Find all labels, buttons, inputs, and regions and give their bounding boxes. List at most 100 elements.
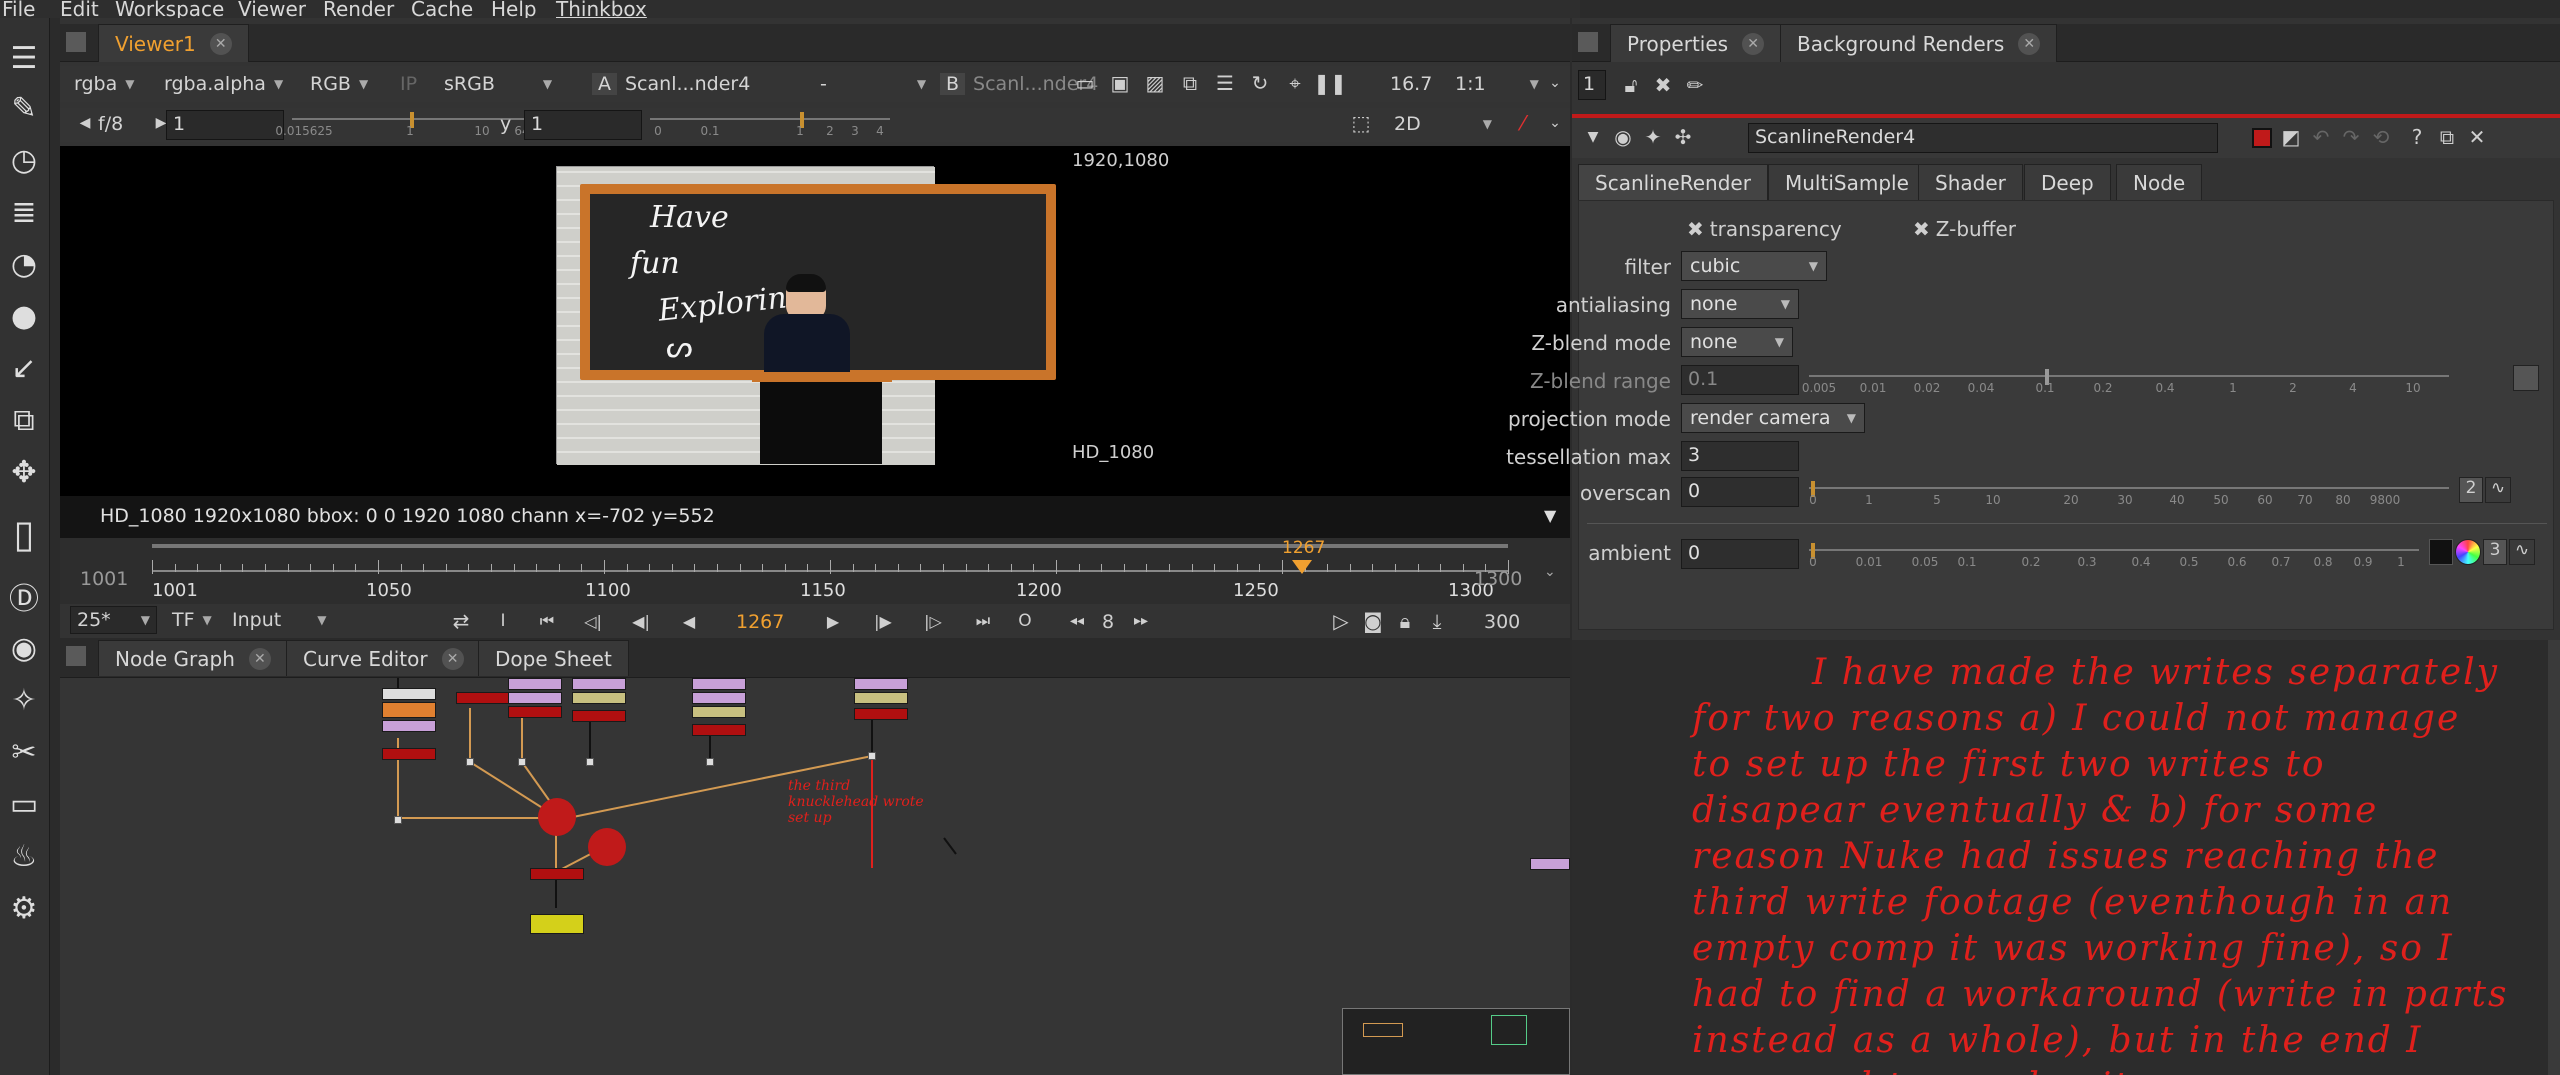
next-keyframe-icon[interactable]: |▷ — [918, 606, 948, 636]
wipe-icon[interactable]: ⧉ — [1175, 68, 1205, 98]
tab-deep[interactable]: Deep — [2024, 164, 2111, 200]
zoom-dropdown[interactable]: 16.7 — [1390, 70, 1432, 98]
keyer-icon[interactable]: ↙ — [6, 350, 42, 386]
node-dot[interactable] — [586, 758, 594, 766]
end-frame-field[interactable]: 300 — [1484, 611, 1520, 633]
metadata-icon[interactable]: ✧ — [6, 682, 42, 718]
panel-menu-icon[interactable] — [1578, 32, 1598, 52]
toolsets-icon[interactable]: ✂ — [6, 734, 42, 770]
prev-frame-icon[interactable]: ◀| — [626, 606, 656, 636]
node-write[interactable] — [572, 710, 626, 722]
zblend-range-field[interactable]: 0.1 — [1681, 365, 1799, 395]
node-write[interactable] — [456, 692, 510, 704]
float-icon[interactable]: ⧉ — [2432, 122, 2462, 152]
merge-icon[interactable]: ⧉ — [6, 402, 42, 438]
other-icon[interactable]: ▭ — [6, 786, 42, 822]
node-card[interactable] — [508, 692, 562, 704]
node-grade[interactable] — [692, 706, 746, 718]
out-point-button[interactable]: O — [1010, 606, 1040, 636]
gain-field[interactable]: 1 — [166, 110, 284, 140]
loop-icon[interactable]: ⇄ — [446, 606, 476, 636]
revert-icon[interactable]: ⟲ — [2366, 122, 2396, 152]
tab-properties[interactable]: Properties ✕ — [1610, 24, 1782, 62]
tab-background-renders[interactable]: Background Renders ✕ — [1780, 24, 2058, 62]
color-icon[interactable]: ◔ — [6, 246, 42, 282]
clear-panels-icon[interactable]: ✖ — [1648, 70, 1678, 100]
fstop-down-icon[interactable]: ◀ — [70, 108, 100, 138]
tab-dope-sheet[interactable]: Dope Sheet — [478, 640, 629, 676]
tab-viewer1[interactable]: Viewer1 ✕ — [98, 24, 249, 62]
gamma-field[interactable]: 1 — [524, 110, 642, 140]
transform-icon[interactable]: ✥ — [6, 454, 42, 490]
timeline-expand-icon[interactable]: ⌄ — [1544, 564, 1556, 580]
in-point-button[interactable]: I — [488, 606, 518, 636]
node-read[interactable] — [382, 688, 436, 700]
redo-icon[interactable]: ↷ — [2336, 122, 2366, 152]
curve-icon[interactable]: ∿ — [2485, 477, 2511, 503]
node-card[interactable] — [572, 678, 626, 690]
target-icon[interactable]: ⌖ — [1280, 68, 1310, 98]
stripes-icon[interactable]: ▨ — [1140, 68, 1170, 98]
tessellation-max-field[interactable]: 3 — [1681, 441, 1799, 471]
time-icon[interactable]: ◷ — [6, 142, 42, 178]
node-dot[interactable] — [466, 758, 474, 766]
gizmo-icon[interactable]: ✣ — [1668, 122, 1698, 152]
node-write[interactable] — [508, 706, 562, 718]
transparency-checkbox[interactable]: ✖ transparency — [1687, 217, 1842, 241]
color-reset-icon[interactable]: ◩ — [2276, 122, 2306, 152]
node-write[interactable] — [382, 748, 436, 760]
node-card[interactable] — [692, 678, 746, 690]
tab-curve-editor[interactable]: Curve Editor ✕ — [286, 640, 481, 676]
node-write[interactable] — [692, 724, 746, 736]
filter-dropdown[interactable]: cubic ▼ — [1681, 251, 1827, 281]
node-card[interactable] — [692, 692, 746, 704]
color-picker-icon[interactable]: ⁄ — [1508, 108, 1538, 138]
close-icon[interactable]: ✕ — [209, 32, 232, 55]
tab-node[interactable]: Node — [2116, 164, 2203, 200]
prev-keyframe-icon[interactable]: ◁| — [578, 606, 608, 636]
zbuffer-checkbox[interactable]: ✖ Z-buffer — [1913, 217, 2016, 241]
node-settings-icon[interactable]: ✦ — [1638, 122, 1668, 152]
tf-dropdown[interactable]: TF ▼ — [172, 606, 212, 634]
close-icon[interactable]: ✕ — [248, 647, 271, 670]
panel-menu-icon[interactable] — [66, 646, 86, 666]
zblend-range-slider[interactable]: 0.005 0.01 0.02 0.04 0.1 0.2 0.4 1 2 4 1… — [1802, 369, 2449, 399]
last-frame-icon[interactable]: ⏭ — [968, 606, 998, 636]
draw-icon[interactable]: ✎ — [6, 90, 42, 126]
overscan-field[interactable]: 0 — [1681, 477, 1799, 507]
panel-menu-icon[interactable] — [66, 32, 86, 52]
zblend-range-anim-button[interactable] — [2513, 365, 2539, 391]
overscan-slider[interactable]: 0 1 5 10 20 30 40 50 60 70 80 9800 — [1809, 481, 2449, 511]
help-icon[interactable]: ? — [2402, 122, 2432, 152]
image-icon[interactable]: ☰ — [6, 40, 42, 76]
furnace-icon[interactable]: ♨ — [6, 838, 42, 874]
node-color-swatch[interactable] — [2252, 128, 2272, 148]
tab-multisample[interactable]: MultiSample — [1768, 164, 1926, 200]
node-transform[interactable] — [382, 702, 436, 718]
expand-icon[interactable]: ⌄ — [1540, 68, 1570, 98]
next-frame-icon[interactable]: |▶ — [868, 606, 898, 636]
pause-icon[interactable]: ❚❚ — [1313, 68, 1347, 98]
ratio-dropdown[interactable]: 1:1 ▼ — [1455, 70, 1539, 98]
lines-icon[interactable]: ☰ — [1210, 68, 1240, 98]
center-node-icon[interactable]: ◉ — [1608, 122, 1638, 152]
node-dot[interactable] — [394, 816, 402, 824]
node-dot[interactable] — [706, 758, 714, 766]
play-forward-icon[interactable]: ▶ — [818, 606, 848, 636]
compare-op-dropdown[interactable]: - ▼ — [820, 70, 926, 98]
node-write[interactable] — [854, 708, 908, 720]
close-icon[interactable]: ✕ — [2018, 32, 2041, 55]
region-select-icon[interactable]: ⬚ — [1346, 108, 1376, 138]
lock-icon[interactable]: 🔒︎ — [1390, 606, 1420, 636]
playhead-marker[interactable] — [1292, 560, 1312, 574]
color-wheel-icon[interactable] — [2455, 539, 2481, 565]
viewer-canvas[interactable]: Have fun Exploring ᔕ 1920,1080 HD_1080 — [60, 146, 1570, 496]
zblend-mode-dropdown[interactable]: none ▼ — [1681, 327, 1793, 357]
view-mode-dropdown[interactable]: 2D ▼ — [1394, 110, 1492, 138]
projection-mode-dropdown[interactable]: render camera ▼ — [1681, 403, 1865, 433]
node-viewer[interactable] — [530, 914, 584, 934]
a-input-dropdown[interactable]: A Scanl...nder4 — [592, 70, 822, 98]
ambient-color-swatch[interactable] — [2429, 539, 2453, 565]
close-icon[interactable]: ✕ — [1742, 32, 1765, 55]
undo-icon[interactable]: ↶ — [2306, 122, 2336, 152]
